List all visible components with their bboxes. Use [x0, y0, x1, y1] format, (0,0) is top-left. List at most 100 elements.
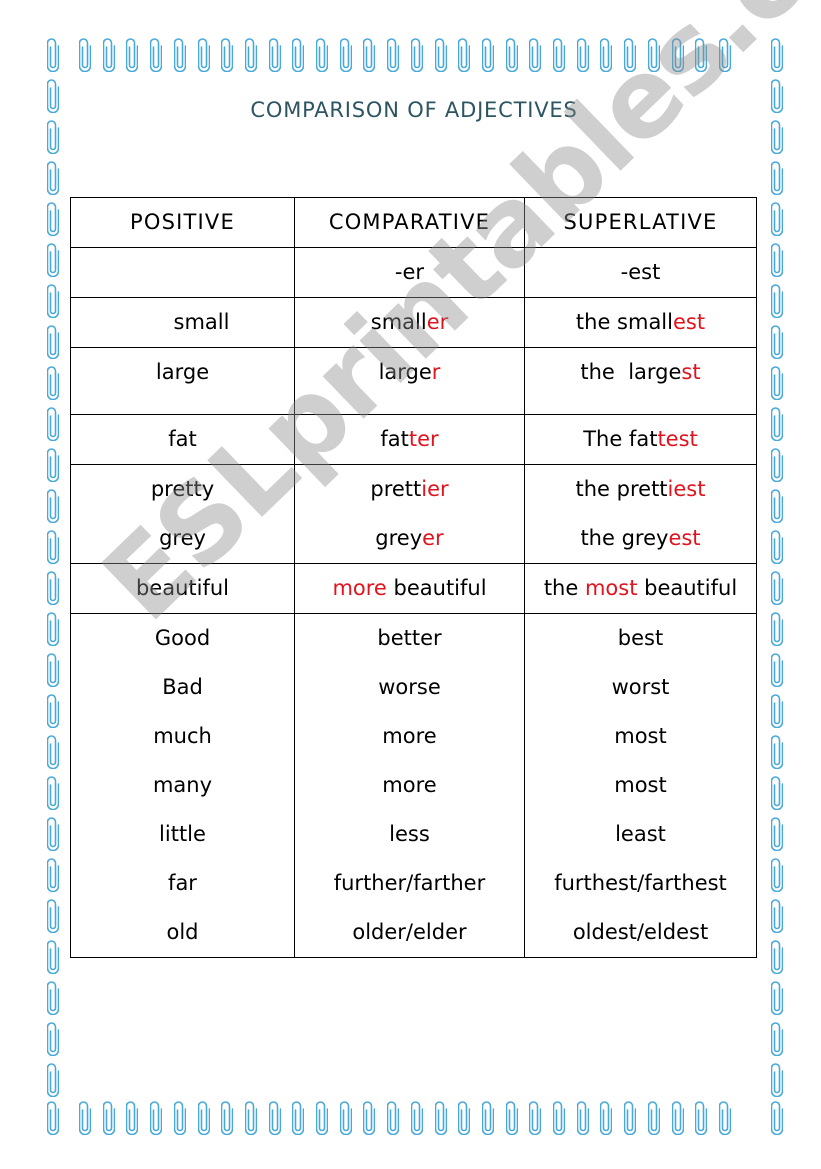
comparative-base: small	[370, 310, 427, 334]
paperclip-icon	[197, 37, 210, 73]
comparative-cell: prettier greyer	[294, 464, 525, 564]
paperclip-icon	[268, 1100, 281, 1136]
superlative-suffix: st	[681, 360, 701, 384]
positive-cell: beautiful	[70, 563, 295, 614]
irregular-superlative-word: furthest/farthest	[554, 871, 727, 895]
table-row: beautiful more beautiful the most beauti…	[70, 563, 757, 614]
irregular-comparative-word: further/farther	[333, 871, 486, 895]
paperclip-icon	[623, 1100, 637, 1136]
paperclip-icon	[576, 1100, 589, 1136]
paperclip-icon	[694, 37, 708, 73]
paperclip-icon	[78, 1100, 92, 1136]
paperclip-icon	[46, 652, 60, 688]
paperclip-icon	[770, 160, 784, 196]
table-row: fat fatter The fattest	[70, 414, 757, 465]
comparative-line: prettier	[295, 465, 524, 514]
paperclip-icon	[770, 406, 784, 442]
paperclip-icon	[770, 734, 784, 770]
suffix-positive	[70, 247, 295, 298]
paperclip-icon	[457, 1100, 471, 1136]
paperclip-icon	[46, 37, 60, 73]
paperclip-icon	[770, 365, 784, 401]
table-header-row: POSITIVE COMPARATIVE SUPERLATIVE	[70, 197, 757, 248]
paperclip-icon	[268, 37, 281, 73]
paperclip-icon	[552, 37, 566, 73]
paperclip-icon	[770, 980, 784, 1016]
paperclip-icon	[770, 570, 784, 606]
paperclip-icon	[315, 1100, 329, 1136]
header-comparative: COMPARATIVE	[294, 197, 525, 248]
superlative-line: the prettiest	[525, 465, 756, 514]
paperclip-icon	[46, 775, 60, 811]
paperclip-icon	[770, 1100, 784, 1136]
header-superlative: SUPERLATIVE	[524, 197, 757, 248]
paperclip-icon	[770, 775, 784, 811]
superlative-suffix: est	[668, 526, 701, 550]
superlative-cell: the largest	[524, 347, 757, 415]
paperclip-icon	[528, 37, 542, 73]
suffix-comparative: -er	[294, 247, 525, 298]
paperclip-icon	[694, 1100, 708, 1136]
irregular-positive-word: many	[152, 773, 213, 797]
comparative-cell: more beautiful	[294, 563, 525, 614]
positive-cell: fat	[70, 414, 295, 465]
table-row: small smaller the smallest	[70, 297, 757, 348]
paperclip-icon	[46, 365, 60, 401]
irregular-comparative-word: better	[377, 626, 442, 650]
paperclip-icon	[770, 898, 784, 934]
comparative-base: large	[378, 360, 432, 384]
paperclip-icon	[46, 529, 60, 565]
superlative-suffix: iest	[667, 477, 706, 501]
irregular-positive-cell: Good Bad much many little far old	[70, 613, 295, 958]
paperclip-icon	[770, 816, 784, 852]
table-row: large larger the largest	[70, 347, 757, 415]
table-row: pretty grey prettier greyer the pretties…	[70, 464, 757, 564]
paperclip-icon	[339, 1100, 352, 1136]
paperclip-icon	[671, 1100, 684, 1136]
paperclip-icon	[149, 37, 163, 73]
paperclip-icon	[576, 37, 589, 73]
irregular-positive-word: Good	[154, 626, 211, 650]
comparative-base: fat	[380, 427, 409, 451]
superlative-base: the large	[580, 360, 682, 384]
superlative-article: the	[543, 576, 585, 600]
paperclip-icon	[46, 980, 60, 1016]
comparative-line: greyer	[295, 514, 524, 563]
paperclip-icon	[46, 898, 60, 934]
paperclip-icon	[46, 447, 60, 483]
header-positive: POSITIVE	[70, 197, 295, 248]
paperclip-icon	[770, 529, 784, 565]
irregular-comparative-word: more	[382, 724, 437, 748]
paperclip-icon	[770, 1062, 784, 1098]
paperclip-icon	[434, 37, 447, 73]
paperclip-icon	[46, 939, 60, 975]
irregular-row: Good Bad much many little far old better worse m…	[70, 613, 757, 958]
paperclip-icon	[718, 37, 732, 73]
superlative-base: the grey	[580, 526, 669, 550]
irregular-superlative-word: least	[615, 822, 666, 846]
comparative-prefix: more	[332, 576, 387, 600]
comparative-base: prett	[370, 477, 422, 501]
paperclip-icon	[770, 611, 784, 647]
superlative-base: the prett	[575, 477, 668, 501]
paperclip-icon	[46, 611, 60, 647]
paperclip-icon	[434, 1100, 447, 1136]
paperclip-icon	[386, 1100, 400, 1136]
paperclip-icon	[220, 37, 234, 73]
positive-cell: pretty grey	[70, 464, 295, 564]
paperclip-icon	[770, 693, 784, 729]
paperclip-icon	[46, 488, 60, 524]
paperclip-icon	[770, 119, 784, 155]
paperclip-icon	[770, 324, 784, 360]
paperclip-icon	[770, 283, 784, 319]
paperclip-icon	[46, 242, 60, 278]
positive-word: pretty	[150, 477, 215, 501]
superlative-prefix: most	[584, 576, 638, 600]
paperclip-icon	[291, 1100, 305, 1136]
paperclip-icon	[623, 37, 637, 73]
comparative-cell: larger	[294, 347, 525, 415]
irregular-positive-word: much	[153, 724, 212, 748]
paperclip-icon	[173, 1100, 187, 1136]
comparative-base: beautiful	[386, 576, 487, 600]
paperclip-icon	[457, 37, 471, 73]
